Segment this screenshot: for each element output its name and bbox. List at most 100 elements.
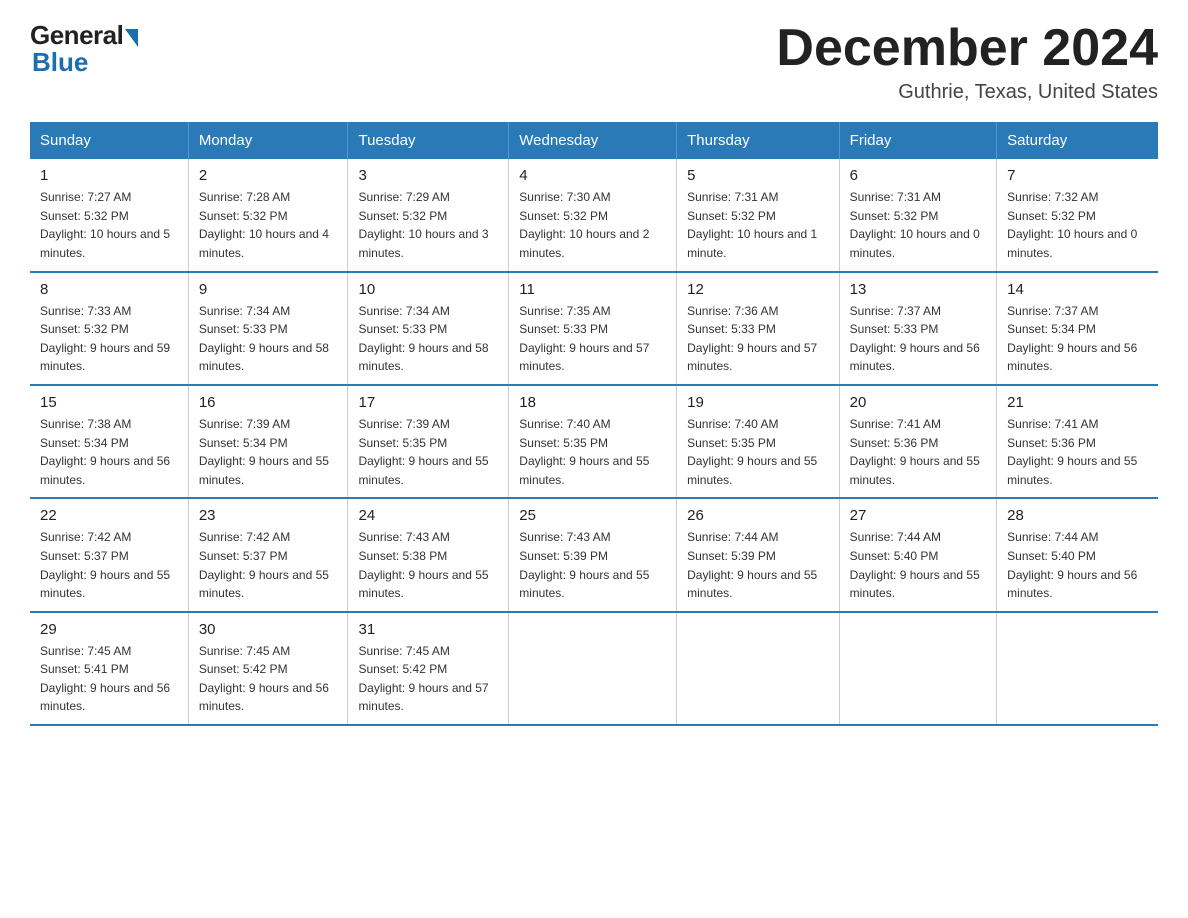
day-number: 12 xyxy=(687,281,829,298)
day-info: Sunrise: 7:40 AMSunset: 5:35 PMDaylight:… xyxy=(687,417,817,487)
day-info: Sunrise: 7:43 AMSunset: 5:39 PMDaylight:… xyxy=(519,530,649,600)
table-row: 20 Sunrise: 7:41 AMSunset: 5:36 PMDayligh… xyxy=(839,385,997,498)
day-number: 23 xyxy=(199,507,338,524)
table-row: 28Sunrise: 7:44 AMSunset: 5:40 PMDayligh… xyxy=(997,498,1158,611)
logo-arrow-icon xyxy=(125,29,138,47)
day-info: Sunrise: 7:27 AMSunset: 5:32 PMDaylight:… xyxy=(40,190,170,260)
day-info: Sunrise: 7:44 AMSunset: 5:39 PMDaylight:… xyxy=(687,530,817,600)
table-row: 26 Sunrise: 7:44 AMSunset: 5:39 PMDayligh… xyxy=(677,498,840,611)
day-info: Sunrise: 7:40 AMSunset: 5:35 PMDaylight:… xyxy=(519,417,649,487)
day-info: Sunrise: 7:28 AMSunset: 5:32 PMDaylight:… xyxy=(199,190,329,260)
day-number: 11 xyxy=(519,281,666,298)
day-info: Sunrise: 7:45 AMSunset: 5:42 PMDaylight:… xyxy=(199,644,329,714)
day-info: Sunrise: 7:31 AMSunset: 5:32 PMDaylight:… xyxy=(687,190,817,260)
header-sunday: Sunday xyxy=(30,122,188,159)
day-number: 14 xyxy=(1007,281,1148,298)
table-row: 12 Sunrise: 7:36 AMSunset: 5:33 PMDayligh… xyxy=(677,272,840,385)
table-row: 6 Sunrise: 7:31 AMSunset: 5:32 PMDaylight… xyxy=(839,159,997,271)
table-row: 4 Sunrise: 7:30 AMSunset: 5:32 PMDaylight… xyxy=(509,159,677,271)
day-info: Sunrise: 7:44 AMSunset: 5:40 PMDaylight:… xyxy=(850,530,980,600)
day-number: 17 xyxy=(358,394,498,411)
table-row xyxy=(677,612,840,725)
logo: General Blue xyxy=(30,20,138,78)
day-number: 15 xyxy=(40,394,178,411)
header-tuesday: Tuesday xyxy=(348,122,509,159)
table-row: 3Sunrise: 7:29 AMSunset: 5:32 PMDaylight… xyxy=(348,159,509,271)
table-row xyxy=(509,612,677,725)
table-row: 2 Sunrise: 7:28 AMSunset: 5:32 PMDaylight… xyxy=(188,159,348,271)
day-info: Sunrise: 7:35 AMSunset: 5:33 PMDaylight:… xyxy=(519,304,649,374)
table-row: 15 Sunrise: 7:38 AMSunset: 5:34 PMDayligh… xyxy=(30,385,188,498)
table-row: 29Sunrise: 7:45 AMSunset: 5:41 PMDayligh… xyxy=(30,612,188,725)
day-number: 4 xyxy=(519,167,666,184)
day-info: Sunrise: 7:42 AMSunset: 5:37 PMDaylight:… xyxy=(40,530,170,600)
header-thursday: Thursday xyxy=(677,122,840,159)
day-number: 26 xyxy=(687,507,829,524)
day-info: Sunrise: 7:39 AMSunset: 5:35 PMDaylight:… xyxy=(358,417,488,487)
day-info: Sunrise: 7:37 AMSunset: 5:33 PMDaylight:… xyxy=(850,304,980,374)
day-info: Sunrise: 7:36 AMSunset: 5:33 PMDaylight:… xyxy=(687,304,817,374)
day-number: 10 xyxy=(358,281,498,298)
calendar-body: 1 Sunrise: 7:27 AMSunset: 5:32 PMDaylight… xyxy=(30,159,1158,725)
table-row: 7 Sunrise: 7:32 AMSunset: 5:32 PMDaylight… xyxy=(997,159,1158,271)
day-info: Sunrise: 7:41 AMSunset: 5:36 PMDaylight:… xyxy=(1007,417,1137,487)
day-info: Sunrise: 7:39 AMSunset: 5:34 PMDaylight:… xyxy=(199,417,329,487)
day-number: 27 xyxy=(850,507,987,524)
day-number: 19 xyxy=(687,394,829,411)
day-number: 2 xyxy=(199,167,338,184)
table-row: 8Sunrise: 7:33 AMSunset: 5:32 PMDaylight… xyxy=(30,272,188,385)
day-number: 22 xyxy=(40,507,178,524)
table-row: 16 Sunrise: 7:39 AMSunset: 5:34 PMDayligh… xyxy=(188,385,348,498)
table-row: 25 Sunrise: 7:43 AMSunset: 5:39 PMDayligh… xyxy=(509,498,677,611)
table-row: 13 Sunrise: 7:37 AMSunset: 5:33 PMDayligh… xyxy=(839,272,997,385)
header-monday: Monday xyxy=(188,122,348,159)
day-info: Sunrise: 7:38 AMSunset: 5:34 PMDaylight:… xyxy=(40,417,170,487)
day-info: Sunrise: 7:41 AMSunset: 5:36 PMDaylight:… xyxy=(850,417,980,487)
table-row: 21 Sunrise: 7:41 AMSunset: 5:36 PMDayligh… xyxy=(997,385,1158,498)
header-saturday: Saturday xyxy=(997,122,1158,159)
calendar-header: Sunday Monday Tuesday Wednesday Thursday… xyxy=(30,122,1158,159)
day-number: 31 xyxy=(358,621,498,638)
table-row: 31 Sunrise: 7:45 AMSunset: 5:42 PMDayligh… xyxy=(348,612,509,725)
day-info: Sunrise: 7:45 AMSunset: 5:42 PMDaylight:… xyxy=(358,644,488,714)
day-number: 1 xyxy=(40,167,178,184)
header-wednesday: Wednesday xyxy=(509,122,677,159)
day-info: Sunrise: 7:31 AMSunset: 5:32 PMDaylight:… xyxy=(850,190,980,260)
day-number: 6 xyxy=(850,167,987,184)
table-row: 14 Sunrise: 7:37 AMSunset: 5:34 PMDayligh… xyxy=(997,272,1158,385)
page-header: General Blue December 2024 Guthrie, Texa… xyxy=(30,20,1158,104)
table-row xyxy=(997,612,1158,725)
day-number: 5 xyxy=(687,167,829,184)
day-number: 25 xyxy=(519,507,666,524)
table-row: 22 Sunrise: 7:42 AMSunset: 5:37 PMDayligh… xyxy=(30,498,188,611)
day-info: Sunrise: 7:34 AMSunset: 5:33 PMDaylight:… xyxy=(199,304,329,374)
day-info: Sunrise: 7:37 AMSunset: 5:34 PMDaylight:… xyxy=(1007,304,1137,374)
table-row: 19 Sunrise: 7:40 AMSunset: 5:35 PMDayligh… xyxy=(677,385,840,498)
day-number: 24 xyxy=(358,507,498,524)
table-row: 23Sunrise: 7:42 AMSunset: 5:37 PMDayligh… xyxy=(188,498,348,611)
table-row: 24 Sunrise: 7:43 AMSunset: 5:38 PMDayligh… xyxy=(348,498,509,611)
day-info: Sunrise: 7:43 AMSunset: 5:38 PMDaylight:… xyxy=(358,530,488,600)
day-number: 20 xyxy=(850,394,987,411)
day-info: Sunrise: 7:32 AMSunset: 5:32 PMDaylight:… xyxy=(1007,190,1137,260)
day-info: Sunrise: 7:33 AMSunset: 5:32 PMDaylight:… xyxy=(40,304,170,374)
calendar-table: Sunday Monday Tuesday Wednesday Thursday… xyxy=(30,122,1158,726)
title-section: December 2024 Guthrie, Texas, United Sta… xyxy=(776,20,1158,104)
logo-blue-text: Blue xyxy=(32,47,88,78)
day-number: 21 xyxy=(1007,394,1148,411)
table-row: 10 Sunrise: 7:34 AMSunset: 5:33 PMDayligh… xyxy=(348,272,509,385)
day-number: 16 xyxy=(199,394,338,411)
table-row: 17 Sunrise: 7:39 AMSunset: 5:35 PMDayligh… xyxy=(348,385,509,498)
day-info: Sunrise: 7:34 AMSunset: 5:33 PMDaylight:… xyxy=(358,304,488,374)
location-text: Guthrie, Texas, United States xyxy=(776,81,1158,104)
table-row xyxy=(839,612,997,725)
day-info: Sunrise: 7:29 AMSunset: 5:32 PMDaylight:… xyxy=(358,190,488,260)
day-number: 7 xyxy=(1007,167,1148,184)
day-number: 13 xyxy=(850,281,987,298)
day-info: Sunrise: 7:30 AMSunset: 5:32 PMDaylight:… xyxy=(519,190,649,260)
table-row: 27 Sunrise: 7:44 AMSunset: 5:40 PMDayligh… xyxy=(839,498,997,611)
day-number: 9 xyxy=(199,281,338,298)
day-info: Sunrise: 7:45 AMSunset: 5:41 PMDaylight:… xyxy=(40,644,170,714)
day-info: Sunrise: 7:44 AMSunset: 5:40 PMDaylight:… xyxy=(1007,530,1137,600)
table-row: 5 Sunrise: 7:31 AMSunset: 5:32 PMDaylight… xyxy=(677,159,840,271)
